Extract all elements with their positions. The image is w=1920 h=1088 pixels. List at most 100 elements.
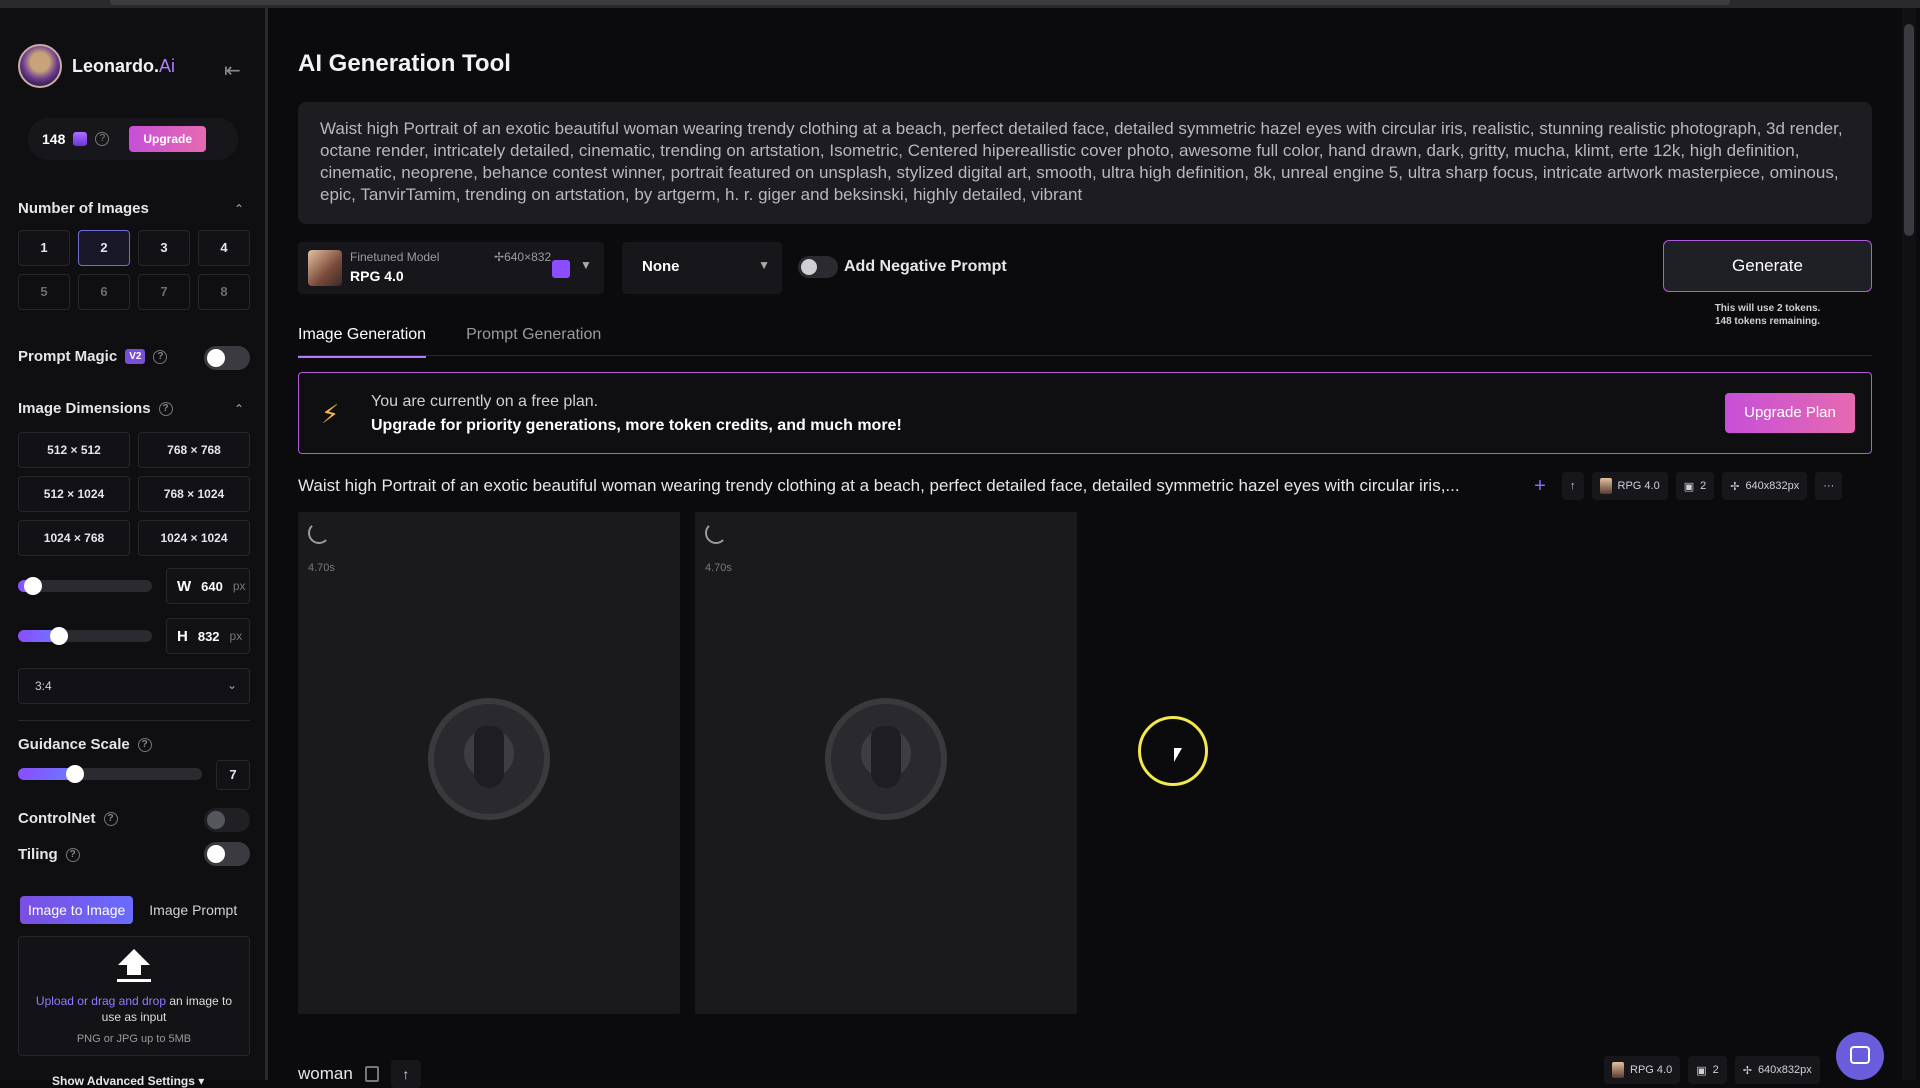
negative-prompt-label: Add Negative Prompt [844,258,1007,275]
plus-icon[interactable]: + [1526,475,1554,498]
upload-link[interactable]: Upload or drag and drop [36,994,166,1008]
browser-tab-strip [110,0,1730,5]
dimension-768x768[interactable]: 768 × 768 [138,432,250,468]
controlnet-toggle[interactable] [204,808,250,832]
width-slider[interactable] [18,577,152,595]
num-images-7[interactable]: 7 [138,274,190,310]
more-options-icon[interactable]: ··· [1815,472,1843,500]
collapse-sidebar-icon[interactable]: ⇤ [224,58,241,83]
scrollbar[interactable] [1904,24,1914,236]
num-images-5[interactable]: 5 [18,274,70,310]
meta-dimensions: ✢ 640x832px [1722,472,1808,500]
reuse-prompt-button[interactable]: ↑ [390,1060,421,1088]
chevron-down-icon[interactable]: ▼ [580,258,592,272]
token-balance: 148 ? Upgrade [28,118,238,160]
dimension-512x512[interactable]: 512 × 512 [18,432,130,468]
help-icon[interactable]: ? [95,132,110,146]
chevron-down-icon: ⌄ [226,678,237,692]
move-icon: ✢ [1730,480,1740,493]
placeholder-logo-icon [428,698,550,820]
meta-image-count: ▣ 2 [1675,472,1715,500]
generate-token-note: This will use 2 tokens. 148 tokens remain… [1714,303,1821,327]
tab-image-generation[interactable]: Image Generation [298,326,427,358]
chevron-down-icon: ▾ [198,1074,205,1088]
images-icon: ▣ [1683,480,1695,493]
coin-icon [73,132,88,146]
width-field[interactable]: W 640 px [166,568,250,604]
negative-prompt-toggle[interactable] [798,256,838,278]
image-card[interactable]: 4.70s [298,512,680,1014]
tab-image-prompt[interactable]: Image Prompt [143,896,243,924]
lightning-icon: ⚡ [321,399,340,429]
reuse-prompt-button[interactable]: ↑ [1562,472,1584,500]
model-thumbnail [308,250,342,286]
num-images-4[interactable]: 4 [198,230,250,266]
height-field[interactable]: H 832 px [166,618,250,654]
show-advanced-settings[interactable]: Show Advanced Settings ▾ [52,1074,204,1088]
tab-image-to-image[interactable]: Image to Image [20,896,134,924]
generation-prompt-text: woman [298,1064,353,1083]
generation-meta: + ↑ RPG 4.0 ▣ 2 ✢ 640x832px ··· [1526,472,1843,500]
image-dimensions-title: Image Dimensions ? [18,400,173,417]
aspect-ratio-select[interactable]: 3:4 ⌄ [18,668,250,704]
help-icon[interactable]: ? [158,401,173,416]
dimension-presets: 512 × 512 768 × 768 512 × 1024 768 × 102… [18,432,250,556]
images-icon: ▣ [1696,1064,1707,1077]
model-selector[interactable]: Finetuned Model RPG 4.0 ✢640×832 ▼ [298,242,604,294]
number-of-images-title: Number of Images [18,200,149,217]
dimension-512x1024[interactable]: 512 × 1024 [18,476,130,512]
num-images-3[interactable]: 3 [138,230,190,266]
image-card[interactable]: 4.70s [695,512,1077,1014]
help-icon[interactable]: ? [103,811,118,826]
image-upload-dropzone[interactable]: Upload or drag and drop an image to use … [18,936,250,1056]
edit-model-icon[interactable] [552,260,570,278]
prompt-input[interactable]: Waist high Portrait of an exotic beautif… [298,102,1872,224]
chat-support-button[interactable] [1836,1032,1884,1080]
dimension-1024x768[interactable]: 1024 × 768 [18,520,130,556]
tiling-row: Tiling ? [18,846,80,863]
num-images-6[interactable]: 6 [78,274,130,310]
height-slider[interactable] [18,627,152,645]
placeholder-logo-icon [825,698,947,820]
num-images-2[interactable]: 2 [78,230,130,266]
divider [18,720,250,721]
loading-spinner-icon [705,522,727,544]
chat-icon [1850,1046,1870,1064]
image-input-tabs: Image to Image Image Prompt [20,896,243,924]
chevron-down-icon: ▼ [758,258,770,272]
upload-file-types: PNG or JPG up to 5MB [76,1033,192,1045]
num-images-1[interactable]: 1 [18,230,70,266]
dimension-768x1024[interactable]: 768 × 1024 [138,476,250,512]
style-select[interactable]: None ▼ [622,242,782,294]
prompt-magic-row: Prompt Magic V2 ? [18,348,168,365]
token-count: 148 [42,131,66,147]
help-icon[interactable]: ? [137,737,152,752]
dimension-1024x1024[interactable]: 1024 × 1024 [138,520,250,556]
model-thumbnail [1612,1062,1624,1078]
free-plan-banner: ⚡ You are currently on a free plan. Upgr… [298,372,1872,454]
tab-prompt-generation[interactable]: Prompt Generation [466,326,601,358]
tiling-toggle[interactable] [204,842,250,866]
generate-button[interactable]: Generate [1663,240,1872,292]
upgrade-plan-button[interactable]: Upgrade Plan [1725,393,1855,433]
help-icon[interactable]: ? [153,349,168,364]
help-icon[interactable]: ? [65,847,80,862]
next-generation-header: woman ↑ [298,1060,421,1088]
guidance-scale-value[interactable]: 7 [216,760,250,790]
logo[interactable]: Leonardo.Ai [18,44,175,88]
cursor-highlight [1138,716,1208,786]
app-name: Leonardo.Ai [72,55,176,76]
mouse-cursor-icon [1174,748,1182,762]
number-of-images-grid: 1 2 3 4 5 6 7 8 [18,230,250,310]
generation-prompt-text: Waist high Portrait of an exotic beautif… [298,476,1460,495]
chevron-up-icon[interactable]: ⌃ [234,402,244,416]
prompt-magic-toggle[interactable] [204,346,250,370]
logo-avatar-icon [18,44,62,88]
guidance-scale-slider[interactable] [18,765,202,783]
model-size: ✢640×832 [494,250,552,264]
chevron-up-icon[interactable]: ⌃ [234,202,244,216]
upgrade-button[interactable]: Upgrade [129,126,207,152]
guidance-scale-title: Guidance Scale ? [18,736,152,753]
num-images-8[interactable]: 8 [198,274,250,310]
v2-badge: V2 [125,349,146,364]
